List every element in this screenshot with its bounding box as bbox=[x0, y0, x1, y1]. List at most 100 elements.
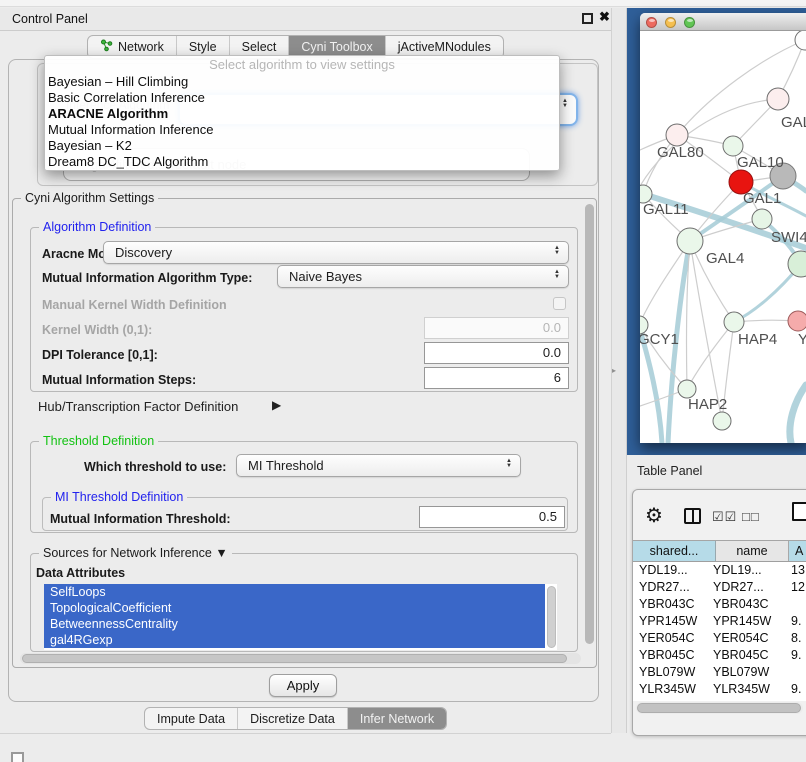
table-cell: YER054C bbox=[713, 630, 769, 647]
table-cell: YLR345W bbox=[639, 681, 696, 698]
mi-steps-field[interactable]: 6 bbox=[424, 367, 569, 389]
control-panel-titlebar bbox=[0, 8, 611, 31]
column-header-clipped[interactable]: A bbox=[789, 541, 806, 561]
table-panel-title: Table Panel bbox=[637, 464, 702, 478]
kernel-width-label: Kernel Width (0,1): bbox=[42, 323, 152, 337]
table-cell: YLR345W bbox=[713, 681, 770, 698]
table-row[interactable]: YLR345W YLR345W 9. bbox=[633, 681, 806, 698]
mi-threshold-field[interactable]: 0.5 bbox=[419, 506, 565, 528]
table-cell: 8. bbox=[791, 630, 801, 647]
network-edge bbox=[790, 385, 806, 443]
network-node[interactable] bbox=[788, 311, 806, 331]
splitter-arrow-icon[interactable]: ▸ bbox=[612, 366, 616, 375]
which-threshold-label: Which threshold to use: bbox=[84, 460, 226, 474]
bottom-tab-discretize-data-label: Discretize Data bbox=[250, 712, 335, 726]
table-row[interactable]: YBR043CYBR043C bbox=[633, 596, 806, 613]
attributes-scrollbar[interactable] bbox=[547, 586, 556, 648]
sources-collapse-arrow-icon[interactable]: ▼ bbox=[215, 546, 227, 560]
network-node[interactable] bbox=[677, 228, 703, 254]
network-node[interactable] bbox=[767, 88, 789, 110]
network-canvas[interactable]: GALGAL80GAL10GAL11GAL1SWI4GAL4GCY1HAP4YH… bbox=[640, 31, 806, 443]
node-label-gal11: GAL11 bbox=[643, 201, 689, 218]
bottom-tabs: Impute Data Discretize Data Infer Network bbox=[144, 707, 447, 730]
table-cell: 9. bbox=[791, 613, 801, 630]
hub-expand-arrow-icon[interactable]: ▶ bbox=[272, 398, 281, 412]
network-node[interactable] bbox=[795, 31, 806, 50]
table-row[interactable]: YDL19...YDL19...13 bbox=[633, 562, 806, 579]
data-attributes-label: Data Attributes bbox=[36, 566, 125, 580]
top-strip bbox=[0, 0, 806, 7]
bottom-tab-impute-data[interactable]: Impute Data bbox=[145, 708, 238, 729]
table-cell: 9 bbox=[791, 698, 798, 701]
gear-icon[interactable]: ⚙ bbox=[645, 503, 663, 528]
sources-title-text: Sources for Network Inference bbox=[43, 546, 212, 560]
table-hscroll-thumb[interactable] bbox=[637, 703, 801, 713]
algorithm-option-dream8-dc-tdc-algorithm[interactable]: Dream8 DC_TDC Algorithm bbox=[45, 154, 559, 170]
bottom-tab-infer-network[interactable]: Infer Network bbox=[348, 708, 446, 729]
settings-group-title: Cyni Algorithm Settings bbox=[21, 191, 158, 205]
table-row[interactable]: YPR145WYPR145W9. bbox=[633, 613, 806, 630]
network-node[interactable] bbox=[666, 124, 688, 146]
attribute-item-gal4rgexp[interactable]: gal4RGexp bbox=[44, 632, 545, 648]
table-row[interactable]: YDR27...YDR27...12 bbox=[633, 579, 806, 596]
close-icon[interactable]: ✖ bbox=[599, 9, 610, 25]
network-node[interactable] bbox=[788, 251, 806, 277]
float-window-icon[interactable] bbox=[582, 13, 593, 24]
tab-cyni-toolbox-label: Cyni Toolbox bbox=[301, 40, 372, 54]
table-cell: YPR145W bbox=[639, 613, 697, 630]
network-node[interactable] bbox=[723, 136, 743, 156]
zoom-traffic-light[interactable] bbox=[684, 17, 695, 28]
column-header-shared-name[interactable]: shared... bbox=[633, 541, 716, 561]
unchecked-columns-icon[interactable]: □□ bbox=[742, 509, 760, 524]
table-cell: 13 bbox=[791, 562, 805, 579]
algorithm-definition-title: Algorithm Definition bbox=[39, 220, 155, 234]
dpi-tolerance-field[interactable]: 0.0 bbox=[424, 342, 569, 364]
table-cell: YBR045C bbox=[639, 647, 695, 664]
table-row[interactable]: YBR045CYBR045C9. bbox=[633, 647, 806, 664]
attribute-item-topologicalcoefficient[interactable]: TopologicalCoefficient bbox=[44, 600, 545, 616]
table-cell: YBR043C bbox=[639, 596, 695, 613]
algorithm-option-aracne-algorithm[interactable]: ARACNE Algorithm bbox=[45, 106, 559, 122]
table-row[interactable]: YIL052CYIL052C9 bbox=[633, 698, 806, 701]
attribute-item-selfloops[interactable]: SelfLoops bbox=[44, 584, 545, 600]
table-row[interactable]: YBL079WYBL079W bbox=[633, 664, 806, 681]
algorithm-option-bayesian-k2[interactable]: Bayesian – K2 bbox=[45, 138, 559, 154]
apply-button[interactable]: Apply bbox=[269, 674, 337, 697]
network-node[interactable] bbox=[724, 312, 744, 332]
manual-kernel-label: Manual Kernel Width Definition bbox=[42, 298, 227, 312]
threshold-definition-title: Threshold Definition bbox=[39, 434, 158, 448]
algorithm-option-bayesian-hill-climbing[interactable]: Bayesian – Hill Climbing bbox=[45, 74, 559, 90]
settings-hscroll-thumb[interactable] bbox=[22, 654, 567, 663]
table-cell: 12 bbox=[791, 579, 805, 596]
bottom-tab-discretize-data[interactable]: Discretize Data bbox=[238, 708, 348, 729]
network-edge bbox=[640, 99, 778, 186]
column-header-name[interactable]: name bbox=[716, 541, 789, 561]
checked-columns-icon[interactable]: ☑☑ bbox=[712, 509, 737, 525]
manual-kernel-checkbox[interactable] bbox=[553, 297, 566, 310]
mi-steps-label: Mutual Information Steps: bbox=[42, 373, 196, 387]
which-threshold-value: MI Threshold bbox=[248, 458, 324, 473]
table-row[interactable]: YER054CYER054C8. bbox=[633, 630, 806, 647]
aracne-mode-combo[interactable]: Discovery ▲▼ bbox=[103, 241, 569, 264]
algorithm-option-basic-correlation-inference[interactable]: Basic Correlation Inference bbox=[45, 90, 559, 106]
algorithm-dropdown-popup: Select algorithm to view settings Bayesi… bbox=[44, 55, 560, 171]
table-cell: 9. bbox=[791, 681, 801, 698]
close-traffic-light[interactable] bbox=[646, 17, 657, 28]
network-node[interactable] bbox=[713, 412, 731, 430]
combo-spinner-icon: ▲▼ bbox=[552, 270, 562, 280]
mi-type-combo[interactable]: Naive Bayes ▲▼ bbox=[277, 265, 569, 288]
node-label-gal4: GAL4 bbox=[706, 250, 744, 267]
algorithm-option-mutual-information-inference[interactable]: Mutual Information Inference bbox=[45, 122, 559, 138]
attribute-item-betweennesscentrality[interactable]: BetweennessCentrality bbox=[44, 616, 545, 632]
document-icon[interactable] bbox=[792, 502, 806, 521]
column-layout-icon[interactable] bbox=[684, 508, 701, 524]
node-label-y: Y bbox=[798, 331, 806, 348]
minimize-traffic-light[interactable] bbox=[665, 17, 676, 28]
network-node[interactable] bbox=[752, 209, 772, 229]
hub-definition-label: Hub/Transcription Factor Definition bbox=[38, 399, 238, 414]
kernel-width-field[interactable]: 0.0 bbox=[424, 317, 569, 339]
settings-vertical-scrollbar[interactable] bbox=[585, 204, 594, 644]
mi-type-value: Naive Bayes bbox=[289, 269, 362, 284]
collapsed-panel-icon[interactable] bbox=[11, 752, 24, 762]
which-threshold-combo[interactable]: MI Threshold ▲▼ bbox=[236, 454, 521, 477]
